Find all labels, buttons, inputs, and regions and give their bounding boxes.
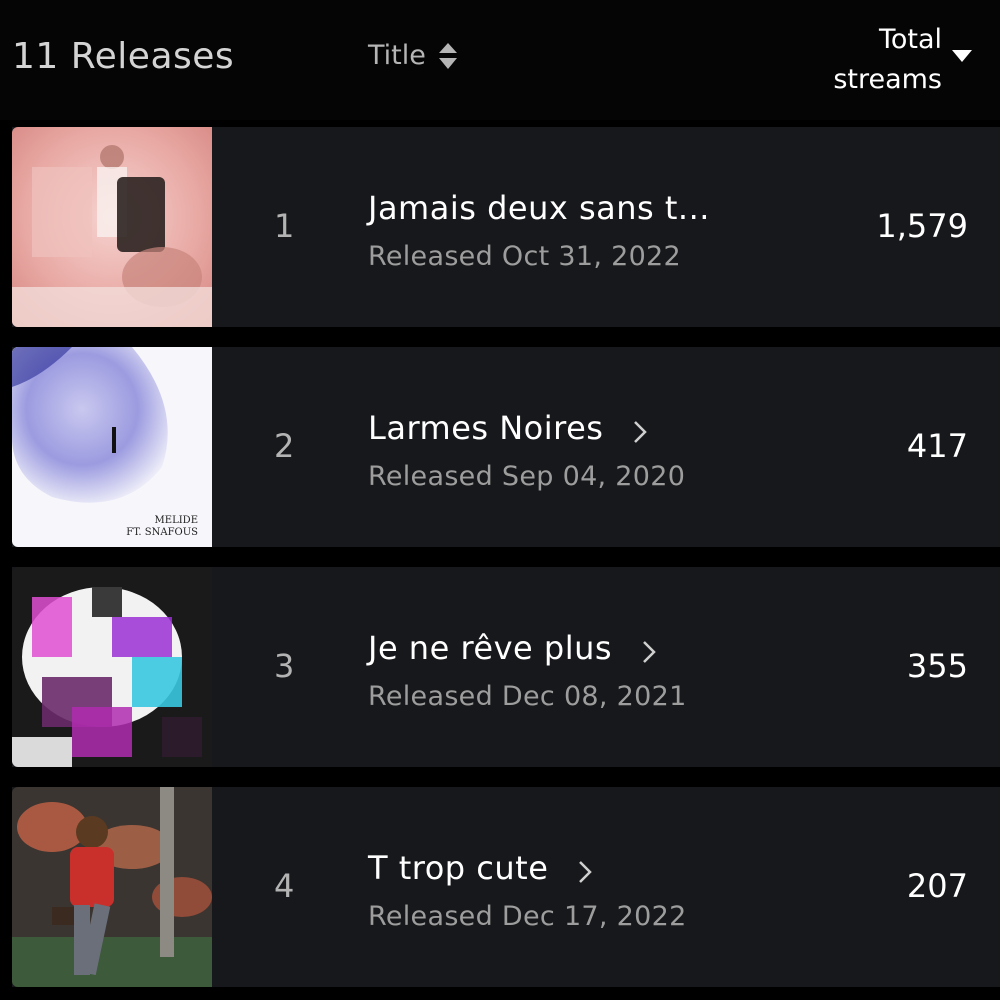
release-title-text: Jamais deux sans t... bbox=[368, 189, 710, 227]
release-row[interactable]: MELIDE FT. SNAFOUS 2 Larmes Noires Relea… bbox=[12, 347, 1000, 547]
release-streams: 417 bbox=[906, 427, 968, 465]
streams-column-label-line1: Total bbox=[878, 24, 942, 55]
chevron-right-icon bbox=[642, 635, 656, 663]
release-streams: 1,579 bbox=[876, 207, 968, 245]
release-title[interactable]: Jamais deux sans t... bbox=[368, 189, 710, 227]
release-rank: 2 bbox=[274, 427, 295, 465]
title-sort-button[interactable]: Title bbox=[368, 40, 458, 71]
release-streams: 207 bbox=[906, 867, 968, 905]
release-artwork bbox=[12, 787, 212, 987]
release-rank: 3 bbox=[274, 647, 295, 685]
streams-column-label-line2: streams bbox=[833, 64, 942, 95]
release-row[interactable]: 3 Je ne rêve plus Released Dec 08, 2021 … bbox=[12, 567, 1000, 767]
release-rank: 4 bbox=[274, 867, 295, 905]
sort-up-down-icon bbox=[438, 41, 458, 71]
art-label-artist: MELIDE bbox=[155, 515, 198, 526]
release-streams: 355 bbox=[906, 647, 968, 685]
release-date: Released Oct 31, 2022 bbox=[368, 241, 682, 272]
release-title[interactable]: Larmes Noires bbox=[368, 409, 648, 447]
total-streams-sort-button[interactable]: Total streams bbox=[833, 20, 942, 100]
release-row[interactable]: 1 Jamais deux sans t... Released Oct 31,… bbox=[12, 127, 1000, 327]
chevron-right-icon bbox=[633, 415, 648, 443]
caret-down-icon[interactable] bbox=[952, 48, 972, 64]
chevron-right-icon bbox=[578, 855, 593, 883]
release-artwork: MELIDE FT. SNAFOUS bbox=[12, 347, 212, 547]
title-column-label: Title bbox=[368, 40, 426, 71]
release-title-text: Je ne rêve plus bbox=[368, 629, 613, 667]
release-artwork bbox=[12, 127, 212, 327]
release-title-text: Larmes Noires bbox=[368, 409, 604, 447]
release-date: Released Dec 08, 2021 bbox=[368, 681, 687, 712]
release-title[interactable]: Je ne rêve plus bbox=[368, 629, 656, 667]
art-label-feature: FT. SNAFOUS bbox=[126, 527, 198, 538]
releases-header: 11 Releases Title Total streams bbox=[0, 0, 1000, 120]
release-title-text: T trop cute bbox=[368, 849, 549, 887]
release-artwork bbox=[12, 567, 212, 767]
releases-count: 11 Releases bbox=[12, 36, 235, 77]
release-title[interactable]: T trop cute bbox=[368, 849, 593, 887]
release-row[interactable]: 4 T trop cute Released Dec 17, 2022 207 bbox=[12, 787, 1000, 987]
release-rank: 1 bbox=[274, 207, 295, 245]
release-date: Released Sep 04, 2020 bbox=[368, 461, 686, 492]
release-date: Released Dec 17, 2022 bbox=[368, 901, 687, 932]
